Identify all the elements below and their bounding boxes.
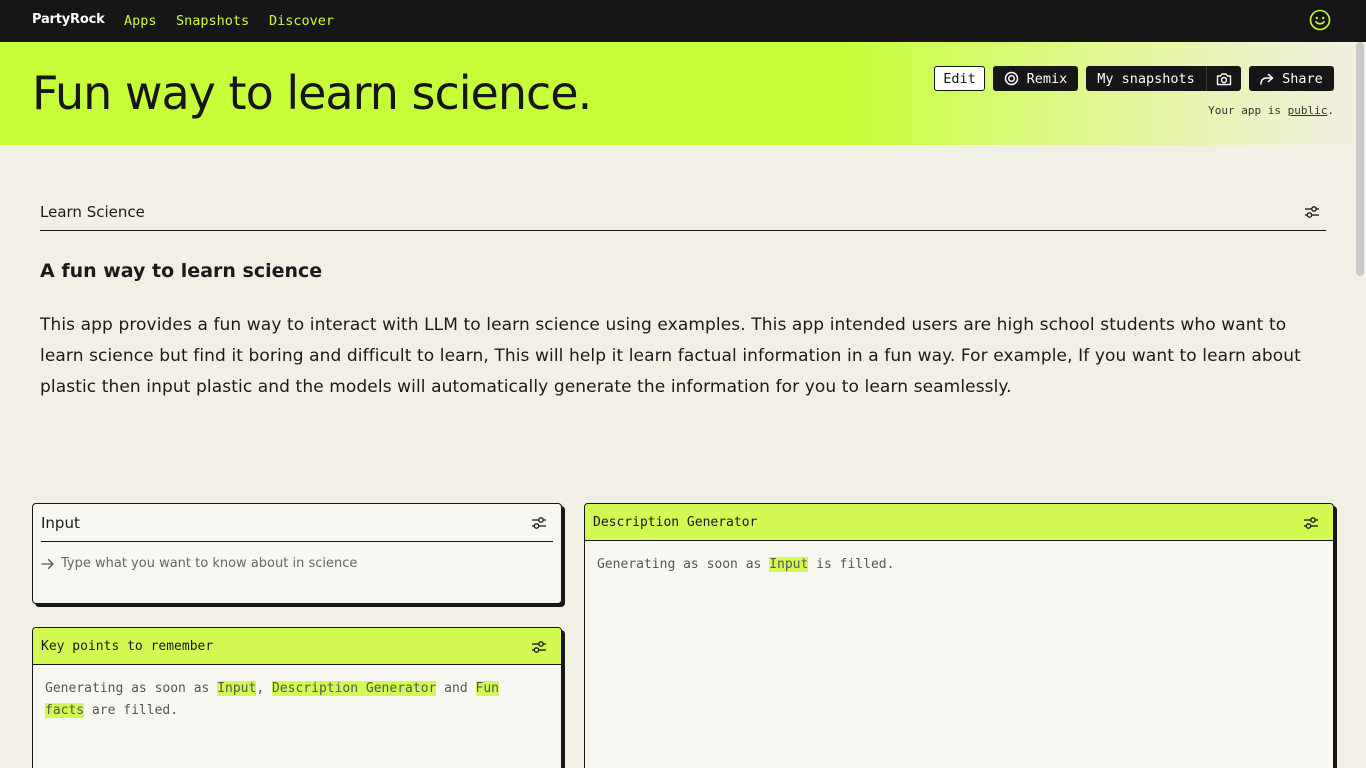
edit-button[interactable]: Edit (934, 66, 985, 91)
settings-sliders-icon[interactable] (531, 640, 547, 654)
visibility-status: Your app is public. (1208, 104, 1334, 117)
description-heading: A fun way to learn science (40, 260, 323, 282)
nav-link-discover[interactable]: Discover (269, 13, 334, 29)
dependency-chip: Description Generator (271, 681, 437, 696)
section-header: Learn Science (40, 194, 1326, 231)
take-snapshot-button[interactable] (1206, 66, 1241, 91)
description-generator-widget: Description Generator Generating as soon… (584, 503, 1334, 768)
share-label: Share (1282, 70, 1323, 87)
input-placeholder: Type what you want to know about in scie… (61, 556, 358, 571)
arrow-right-icon (41, 558, 54, 569)
dependency-chip: Input (769, 557, 809, 572)
nav-link-snapshots[interactable]: Snapshots (176, 13, 249, 29)
settings-sliders-icon[interactable] (531, 516, 547, 530)
input-widget: Input Type what you want to know about i… (32, 503, 562, 604)
description-generator-title: Description Generator (593, 515, 758, 530)
camera-icon (1216, 72, 1232, 85)
description-generator-header: Description Generator (585, 504, 1333, 541)
remix-button[interactable]: Remix (993, 66, 1078, 91)
input-widget-header: Input (33, 504, 561, 541)
top-nav: PartyRock Apps Snapshots Discover (0, 0, 1366, 42)
share-arrow-icon (1260, 73, 1274, 85)
key-points-title: Key points to remember (41, 639, 214, 654)
description-generator-status: Generating as soon as Input is filled. (597, 557, 895, 572)
dependency-chip: Input (217, 681, 257, 696)
app-title: Fun way to learn science. (32, 66, 592, 120)
my-snapshots-button[interactable]: My snapshots (1086, 66, 1206, 91)
share-button[interactable]: Share (1249, 66, 1334, 91)
description-text: This app provides a fun way to interact … (40, 315, 1301, 397)
remix-icon (1004, 71, 1018, 86)
key-points-widget: Key points to remember Generating as soo… (32, 627, 562, 768)
section-title: Learn Science (40, 203, 145, 221)
settings-sliders-icon[interactable] (1304, 205, 1320, 219)
settings-sliders-icon[interactable] (1303, 516, 1319, 530)
public-link[interactable]: public (1288, 104, 1328, 117)
app-header: Fun way to learn science. Edit Remix My … (0, 42, 1366, 145)
key-points-status: Generating as soon as Input, Description… (45, 681, 499, 718)
page-scrollbar[interactable] (1356, 42, 1364, 276)
input-widget-title: Input (41, 514, 80, 532)
nav-link-apps[interactable]: Apps (124, 13, 157, 29)
smiley-icon[interactable] (1309, 9, 1331, 31)
input-field[interactable]: Type what you want to know about in scie… (41, 556, 357, 571)
remix-label: Remix (1026, 70, 1068, 87)
divider (41, 541, 553, 542)
brand-logo[interactable]: PartyRock (32, 12, 105, 27)
key-points-header: Key points to remember (33, 628, 561, 665)
